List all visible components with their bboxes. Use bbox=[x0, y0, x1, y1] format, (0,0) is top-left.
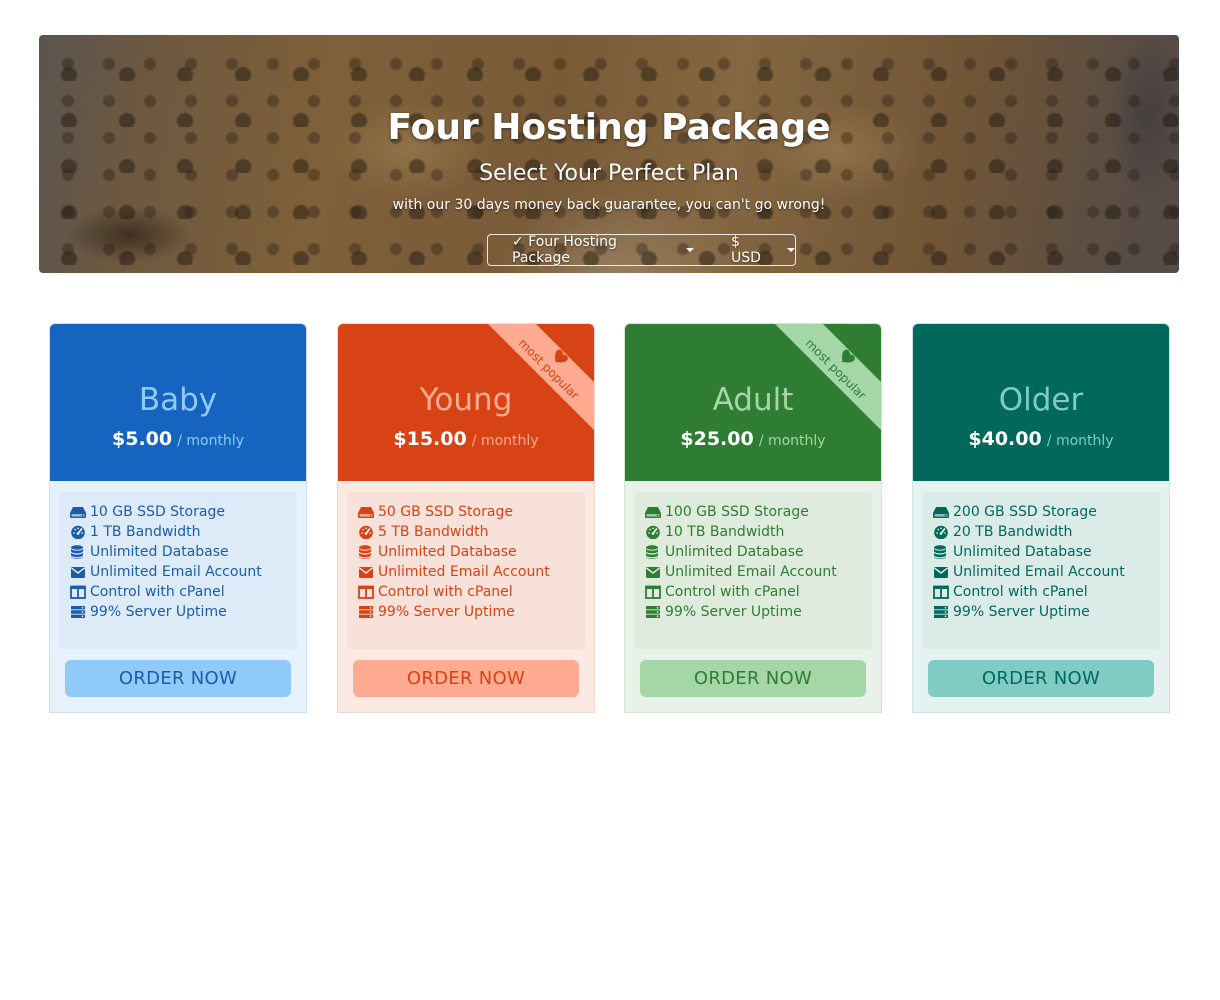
columns-icon bbox=[645, 585, 661, 599]
list-item: 1 TB Bandwidth bbox=[70, 522, 297, 542]
server-icon bbox=[359, 606, 373, 618]
order-now-button[interactable]: ORDER NOW bbox=[640, 660, 866, 697]
list-item: Control with cPanel bbox=[70, 582, 297, 602]
most-popular-ribbon: most popular bbox=[775, 324, 881, 430]
list-item: Control with cPanel bbox=[358, 582, 585, 602]
billing-period: / monthly bbox=[471, 433, 539, 449]
list-item: 200 GB SSD Storage bbox=[933, 502, 1160, 522]
envelope-icon bbox=[646, 567, 660, 578]
billing-period: / monthly bbox=[177, 433, 244, 449]
currency-dropdown-label: $ USD bbox=[731, 234, 761, 266]
plan-name: Baby bbox=[138, 382, 218, 418]
plan-name: Older bbox=[998, 382, 1084, 418]
card-header: Baby $5.00 / monthly bbox=[50, 324, 306, 481]
plan-price: $15.00 bbox=[393, 428, 467, 450]
pricing-card-young: Young $15.00 / monthly most popular 50 G… bbox=[337, 323, 595, 713]
plan-selector-bar: ✓ Four Hosting Package $ USD bbox=[487, 234, 796, 266]
list-item: 99% Server Uptime bbox=[358, 602, 585, 622]
price-row: $40.00 / monthly bbox=[913, 428, 1169, 450]
hdd-icon bbox=[358, 507, 374, 518]
pricing-card-adult: Adult $25.00 / monthly most popular 100 … bbox=[624, 323, 882, 713]
feature-list: 50 GB SSD Storage 5 TB Bandwidth Unlimit… bbox=[347, 492, 585, 649]
list-item: Unlimited Database bbox=[645, 542, 872, 562]
feature-list: 100 GB SSD Storage 10 TB Bandwidth Unlim… bbox=[634, 492, 872, 649]
price-row: $5.00 / monthly bbox=[50, 428, 306, 450]
server-icon bbox=[71, 606, 85, 618]
list-item: 100 GB SSD Storage bbox=[645, 502, 872, 522]
envelope-icon bbox=[359, 567, 373, 578]
speedometer-icon bbox=[646, 525, 660, 539]
list-item: 5 TB Bandwidth bbox=[358, 522, 585, 542]
database-icon bbox=[359, 545, 371, 559]
package-dropdown-label: ✓ Four Hosting Package bbox=[512, 234, 617, 266]
list-item: Unlimited Email Account bbox=[645, 562, 872, 582]
guarantee-tagline: with our 30 days money back guarantee, y… bbox=[392, 197, 826, 213]
list-item: Unlimited Email Account bbox=[933, 562, 1160, 582]
columns-icon bbox=[358, 585, 374, 599]
ribbon-label: most popular bbox=[802, 336, 869, 403]
plan-price: $25.00 bbox=[680, 428, 754, 450]
list-item: 99% Server Uptime bbox=[70, 602, 297, 622]
list-item: 20 TB Bandwidth bbox=[933, 522, 1160, 542]
envelope-icon bbox=[71, 567, 85, 578]
feature-list: 200 GB SSD Storage 20 TB Bandwidth Unlim… bbox=[922, 492, 1160, 649]
list-item: Unlimited Email Account bbox=[358, 562, 585, 582]
hdd-icon bbox=[70, 507, 86, 518]
database-icon bbox=[646, 545, 658, 559]
hdd-icon bbox=[933, 507, 949, 518]
pricing-card-older: Older $40.00 / monthly 200 GB SSD Storag… bbox=[912, 323, 1170, 713]
card-header: Older $40.00 / monthly bbox=[913, 324, 1169, 481]
page-title: Four Hosting Package bbox=[387, 107, 831, 148]
speedometer-icon bbox=[71, 525, 85, 539]
list-item: 99% Server Uptime bbox=[933, 602, 1160, 622]
hdd-icon bbox=[645, 507, 661, 518]
list-item: Unlimited Database bbox=[70, 542, 297, 562]
feature-list: 10 GB SSD Storage 1 TB Bandwidth Unlimit… bbox=[59, 492, 297, 649]
database-icon bbox=[71, 545, 83, 559]
currency-dropdown[interactable]: $ USD bbox=[731, 234, 795, 266]
plan-price: $5.00 bbox=[112, 428, 173, 450]
list-item: Unlimited Database bbox=[933, 542, 1160, 562]
order-now-button[interactable]: ORDER NOW bbox=[928, 660, 1154, 697]
columns-icon bbox=[70, 585, 86, 599]
billing-period: / monthly bbox=[758, 433, 826, 449]
columns-icon bbox=[933, 585, 949, 599]
ribbon-label: most popular bbox=[515, 336, 582, 403]
package-dropdown[interactable]: ✓ Four Hosting Package bbox=[512, 234, 695, 266]
database-icon bbox=[934, 545, 946, 559]
price-row: $15.00 / monthly bbox=[338, 428, 594, 450]
price-row: $25.00 / monthly bbox=[625, 428, 881, 450]
order-now-button[interactable]: ORDER NOW bbox=[353, 660, 579, 697]
list-item: Control with cPanel bbox=[645, 582, 872, 602]
caret-down-icon bbox=[686, 248, 695, 252]
most-popular-ribbon: most popular bbox=[488, 324, 594, 430]
speedometer-icon bbox=[934, 525, 948, 539]
pricing-card-baby: Baby $5.00 / monthly 10 GB SSD Storage 1… bbox=[49, 323, 307, 713]
caret-down-icon bbox=[787, 248, 795, 252]
billing-period: / monthly bbox=[1046, 433, 1114, 449]
envelope-icon bbox=[934, 567, 948, 578]
list-item: 10 GB SSD Storage bbox=[70, 502, 297, 522]
list-item: Unlimited Email Account bbox=[70, 562, 297, 582]
hero-banner: Four Hosting Package Select Your Perfect… bbox=[39, 35, 1179, 273]
order-now-button[interactable]: ORDER NOW bbox=[65, 660, 291, 697]
plan-price: $40.00 bbox=[968, 428, 1042, 450]
list-item: 99% Server Uptime bbox=[645, 602, 872, 622]
server-icon bbox=[934, 606, 948, 618]
list-item: Unlimited Database bbox=[358, 542, 585, 562]
list-item: Control with cPanel bbox=[933, 582, 1160, 602]
page-subtitle: Select Your Perfect Plan bbox=[479, 161, 739, 186]
server-icon bbox=[646, 606, 660, 618]
speedometer-icon bbox=[359, 525, 373, 539]
list-item: 50 GB SSD Storage bbox=[358, 502, 585, 522]
list-item: 10 TB Bandwidth bbox=[645, 522, 872, 542]
